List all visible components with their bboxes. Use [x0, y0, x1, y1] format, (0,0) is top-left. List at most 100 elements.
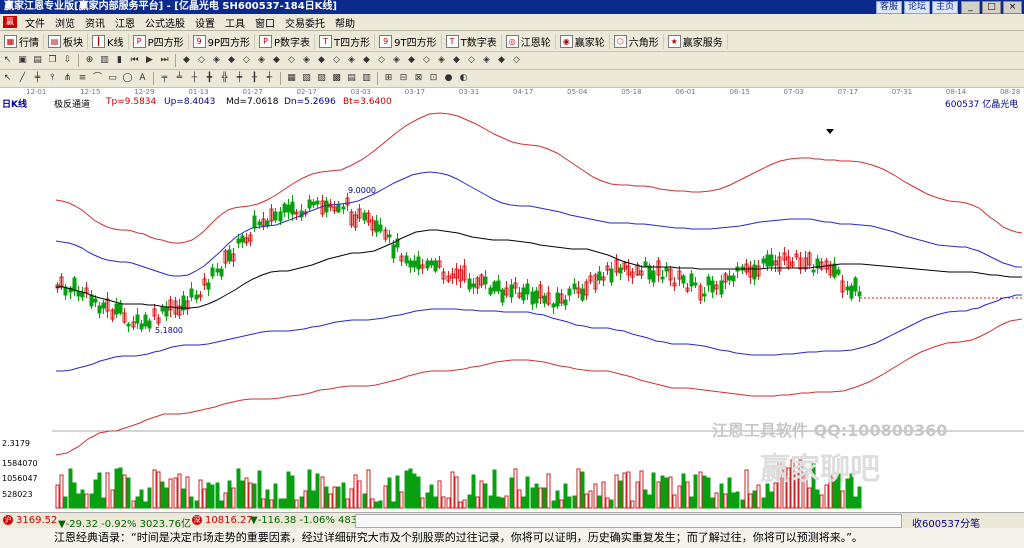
forum-link[interactable]: 论坛	[903, 1, 930, 14]
volume-bar	[59, 474, 64, 509]
toolbar-winner-wheel-button[interactable]: ◉ 赢家轮	[556, 33, 610, 49]
toolbar-sector-button[interactable]: ▤ 板块	[44, 33, 88, 49]
gann-m-icon[interactable]: ◆	[361, 55, 372, 66]
gann-s-icon[interactable]: ◆	[451, 55, 462, 66]
gann-d-icon[interactable]: ◆	[226, 55, 237, 66]
tool-r-icon[interactable]: ⊡	[428, 73, 439, 84]
toolbar-kline-button[interactable]: ┃ K线	[88, 33, 129, 49]
volume-bar	[748, 493, 753, 509]
channel-icon[interactable]: ╪	[32, 73, 43, 84]
tool-l-icon[interactable]: ▩	[331, 73, 342, 84]
fork-icon[interactable]: ⫯	[47, 73, 58, 84]
menu-window[interactable]: 窗口	[250, 15, 280, 30]
menu-settings[interactable]: 设置	[190, 15, 220, 30]
kline-chart-area[interactable]: 12-01 12-15 12-29 01-13 01-27 02-17 03-03 03-17…	[0, 88, 1024, 512]
menu-tools[interactable]: 工具	[220, 15, 250, 30]
tool-q-icon[interactable]: ⊠	[413, 73, 424, 84]
toolbar-hexagon-button[interactable]: ⬡ 六角形	[610, 33, 664, 49]
tool-c-icon[interactable]: ┼	[189, 73, 200, 84]
pointer-icon[interactable]: ↖	[2, 55, 13, 66]
gann-u-icon[interactable]: ◈	[481, 55, 492, 66]
toolbar-service-button[interactable]: ★ 赢家服务	[664, 33, 728, 49]
gann-t-icon[interactable]: ◇	[466, 55, 477, 66]
tool-d-icon[interactable]: ╋	[204, 73, 215, 84]
tool-f-icon[interactable]: ┿	[234, 73, 245, 84]
tool-i-icon[interactable]: ▦	[286, 73, 297, 84]
toolbar-gann-wheel-button[interactable]: ◎ 江恩轮	[502, 33, 556, 49]
menu-help[interactable]: 帮助	[330, 15, 360, 30]
tool-h-icon[interactable]: ┽	[264, 73, 275, 84]
gann-g-icon[interactable]: ◆	[271, 55, 282, 66]
toolbar-p-square-button[interactable]: P P四方形	[129, 33, 189, 49]
homepage-link[interactable]: 主页	[931, 1, 958, 14]
tool-e-icon[interactable]: ╬	[219, 73, 230, 84]
gann-o-icon[interactable]: ◈	[391, 55, 402, 66]
tool-n-icon[interactable]: ▥	[361, 73, 372, 84]
ellipse-icon[interactable]: ◯	[122, 73, 133, 84]
gann-w-icon[interactable]: ◇	[511, 55, 522, 66]
gann-b-icon[interactable]: ◇	[196, 55, 207, 66]
play-last-icon[interactable]: ⏭	[159, 55, 170, 66]
play-icon[interactable]: ▶	[144, 55, 155, 66]
minimize-button[interactable]: _	[961, 1, 980, 14]
wheel-icon[interactable]: ◐	[458, 73, 469, 84]
gann-a-icon[interactable]: ◆	[181, 55, 192, 66]
fib-icon[interactable]: ≡	[77, 73, 88, 84]
tool-j-icon[interactable]: ▧	[301, 73, 312, 84]
gann-e-icon[interactable]: ◇	[241, 55, 252, 66]
zoom-icon[interactable]: ⊕	[84, 55, 95, 66]
toolbar-9t-square-button[interactable]: 9 9T四方形	[375, 33, 442, 49]
chart-icon[interactable]: ▥	[99, 55, 110, 66]
horizontal-scrollbar[interactable]	[355, 514, 902, 528]
close-button[interactable]: ×	[1003, 1, 1022, 14]
gann-fan-icon[interactable]: ⋔	[62, 73, 73, 84]
toolbar-9p-square-button[interactable]: 9 9P四方形	[189, 33, 255, 49]
cycle-icon[interactable]: ⌒	[92, 73, 103, 84]
toolbar-quotes-button[interactable]: ▦ 行情	[0, 33, 44, 49]
tool-a-icon[interactable]: ╤	[159, 73, 170, 84]
toolbar-p-table-button[interactable]: P P数字表	[255, 33, 316, 49]
menu-browse[interactable]: 浏览	[50, 15, 80, 30]
gann-k-icon[interactable]: ◇	[331, 55, 342, 66]
gann-j-icon[interactable]: ◆	[316, 55, 327, 66]
volume-scale-label: 2.3179	[2, 439, 30, 448]
text-icon[interactable]: A	[137, 73, 148, 84]
print-icon[interactable]: ▤	[32, 55, 43, 66]
cursor-icon[interactable]: ↖	[2, 73, 13, 84]
tool-k-icon[interactable]: ▨	[316, 73, 327, 84]
menu-file[interactable]: 文件	[20, 15, 50, 30]
menu-formula[interactable]: 公式选股	[140, 15, 190, 30]
save-icon[interactable]: ▣	[17, 55, 28, 66]
gann-h-icon[interactable]: ◇	[286, 55, 297, 66]
gann-r-icon[interactable]: ◈	[436, 55, 447, 66]
volume-bar	[559, 499, 564, 509]
tool-p-icon[interactable]: ⊟	[398, 73, 409, 84]
arrow-icon[interactable]: ⇩	[62, 55, 73, 66]
toolbar-t-square-button[interactable]: T T四方形	[315, 33, 376, 49]
price-chart[interactable]: 江恩工具软件 QQ:100800360 赢家聊吧 2.3179 1584070 …	[0, 109, 1024, 512]
tool-b-icon[interactable]: ╧	[174, 73, 185, 84]
menu-trade[interactable]: 交易委托	[280, 15, 330, 30]
maximize-button[interactable]: □	[982, 1, 1001, 14]
bar-icon[interactable]: ▮	[114, 55, 125, 66]
line-icon[interactable]: ╱	[17, 73, 28, 84]
tool-m-icon[interactable]: ▤	[346, 73, 357, 84]
toolbar-t-table-button[interactable]: T T数字表	[442, 33, 502, 49]
gann-c-icon[interactable]: ◈	[211, 55, 222, 66]
tool-g-icon[interactable]: ╂	[249, 73, 260, 84]
tool-o-icon[interactable]: ⊞	[383, 73, 394, 84]
gann-n-icon[interactable]: ◇	[376, 55, 387, 66]
gann-i-icon[interactable]: ◈	[301, 55, 312, 66]
menu-news[interactable]: 资讯	[80, 15, 110, 30]
copy-icon[interactable]: ❐	[47, 55, 58, 66]
gann-p-icon[interactable]: ◆	[406, 55, 417, 66]
gann-l-icon[interactable]: ◈	[346, 55, 357, 66]
play-first-icon[interactable]: ⏮	[129, 55, 140, 66]
rect-icon[interactable]: ▭	[107, 73, 118, 84]
customer-service-link[interactable]: 客服	[875, 1, 902, 14]
gann-f-icon[interactable]: ◈	[256, 55, 267, 66]
color-icon[interactable]: ●	[443, 73, 454, 84]
gann-q-icon[interactable]: ◇	[421, 55, 432, 66]
menu-gann[interactable]: 江恩	[110, 15, 140, 30]
gann-v-icon[interactable]: ◆	[496, 55, 507, 66]
